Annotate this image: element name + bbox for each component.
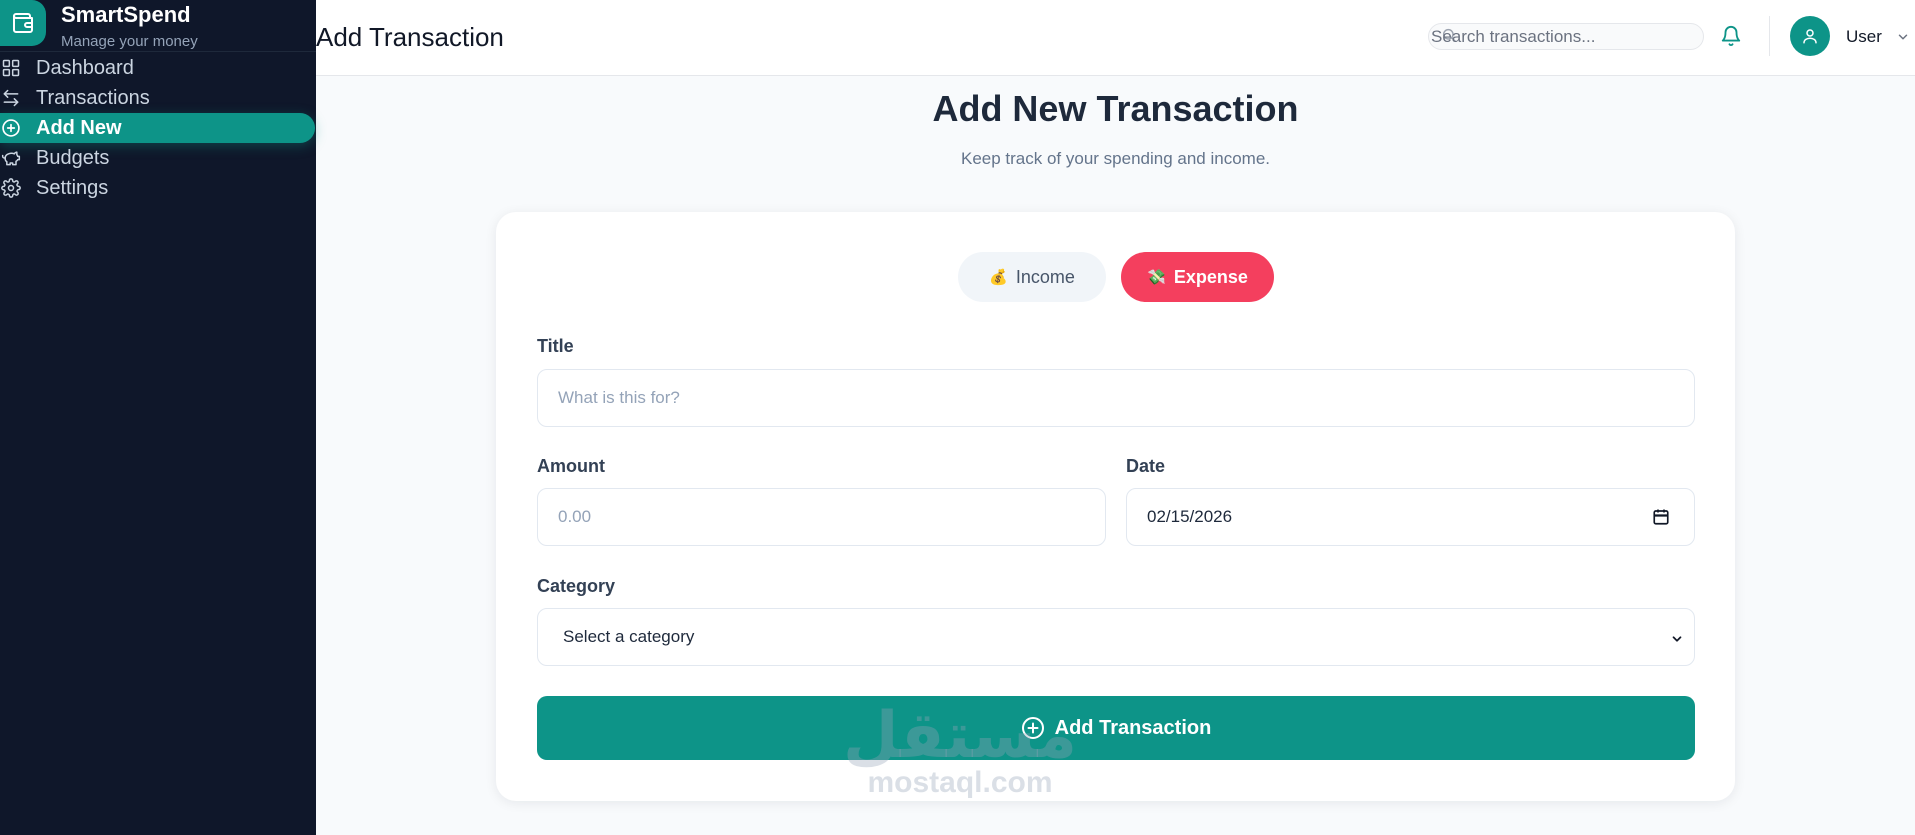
plus-circle-icon <box>1021 716 1045 740</box>
wallet-icon <box>0 0 46 46</box>
income-toggle-button[interactable]: 💰 Income <box>958 252 1106 302</box>
brand-name: SmartSpend <box>61 2 191 27</box>
add-transaction-button[interactable]: Add Transaction <box>537 696 1695 760</box>
sidebar: SmartSpend Manage your money Dashboard T… <box>0 0 316 835</box>
header-divider <box>1769 16 1770 56</box>
brand-tagline: Manage your money <box>61 33 198 50</box>
form-heading: Add New Transaction <box>932 88 1299 129</box>
chevron-down-icon <box>1670 631 1684 651</box>
date-value: 02/15/2026 <box>1147 507 1233 526</box>
grid-icon <box>0 57 22 79</box>
title-placeholder: What is this for? <box>558 388 680 407</box>
search-box <box>1428 23 1704 50</box>
money-bag-icon: 💰 <box>989 269 1008 286</box>
category-label: Category <box>537 576 616 596</box>
date-label: Date <box>1126 456 1166 476</box>
amount-label: Amount <box>537 456 605 476</box>
gear-icon <box>0 177 22 199</box>
chevron-down-icon[interactable] <box>1896 30 1910 49</box>
sidebar-item-label: Dashboard <box>36 56 134 79</box>
sidebar-item-label: Transactions <box>36 86 150 109</box>
title-input[interactable]: What is this for? <box>537 369 1695 427</box>
sidebar-item-label: Add New <box>36 116 122 139</box>
category-select[interactable]: Select a category <box>537 608 1695 666</box>
money-wings-icon: 💸 <box>1147 269 1166 286</box>
expense-toggle-button[interactable]: 💸 Expense <box>1121 252 1274 302</box>
calendar-icon[interactable] <box>1652 508 1670 531</box>
sidebar-item-label: Budgets <box>36 146 110 169</box>
page-title: Add Transaction <box>316 22 504 52</box>
amount-placeholder: 0.00 <box>558 507 592 526</box>
add-transaction-label: Add Transaction <box>1054 716 1212 739</box>
date-input[interactable]: 02/15/2026 <box>1126 488 1695 546</box>
top-header: Add Transaction User <box>316 0 1915 76</box>
form-subheading: Keep track of your spending and income. <box>960 149 1271 168</box>
bell-icon[interactable] <box>1720 24 1742 53</box>
arrows-left-right-icon <box>0 87 22 109</box>
amount-input[interactable]: 0.00 <box>537 488 1106 546</box>
sidebar-item-label: Settings <box>36 176 109 199</box>
category-selected: Select a category <box>563 627 695 646</box>
brand: SmartSpend Manage your money <box>0 0 316 52</box>
plus-circle-icon <box>0 117 22 139</box>
sidebar-item-dashboard[interactable]: Dashboard <box>0 53 316 83</box>
sidebar-item-add-new[interactable]: Add New <box>0 113 315 143</box>
title-label: Title <box>537 336 574 356</box>
sidebar-item-transactions[interactable]: Transactions <box>0 83 316 113</box>
expense-toggle-label: Expense <box>1173 266 1248 287</box>
sidebar-item-budgets[interactable]: Budgets <box>0 143 316 173</box>
income-toggle-label: Income <box>1015 266 1075 287</box>
avatar[interactable] <box>1790 16 1830 56</box>
sidebar-item-settings[interactable]: Settings <box>0 173 316 203</box>
search-input[interactable] <box>1431 25 1701 48</box>
user-name[interactable]: User <box>1846 27 1882 47</box>
piggy-bank-icon <box>0 147 22 169</box>
